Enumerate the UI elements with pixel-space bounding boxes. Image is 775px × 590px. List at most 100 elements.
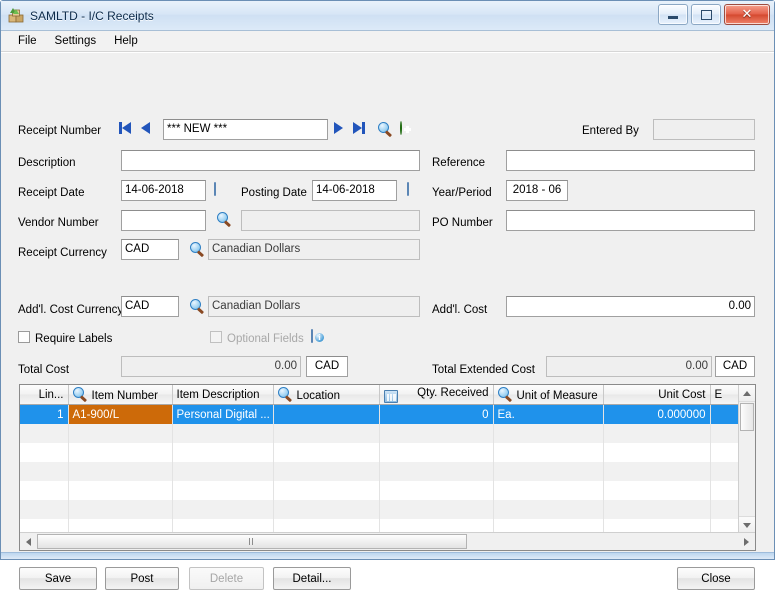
cell-extended-cost[interactable] [710,519,739,533]
cell-qty-received[interactable]: 0 [379,404,494,424]
cell-line[interactable]: 1 [20,404,69,424]
addl-cost-input[interactable]: 0.00 [506,296,755,317]
last-record-icon[interactable] [353,122,365,134]
receipt-detail-grid[interactable]: Lin... Item Number Item Description Loca… [19,384,756,551]
cell-unit-of-measure[interactable] [493,481,604,500]
cell-qty-received[interactable] [379,443,494,462]
cell-qty-received[interactable] [379,424,494,443]
cell-unit-cost[interactable] [603,443,711,462]
cell-unit-cost[interactable] [603,481,711,500]
detail-button[interactable]: Detail... [273,567,351,590]
reference-input[interactable] [506,150,755,171]
column-header-location[interactable]: Location [273,385,380,405]
cell-qty-received[interactable] [379,500,494,519]
column-header-extended-cost[interactable]: E [710,385,739,405]
cell-item-description[interactable]: Personal Digital ... [172,404,274,424]
location-finder-icon[interactable] [277,387,293,402]
cell-extended-cost[interactable] [710,500,739,519]
cell-line[interactable] [20,481,69,500]
posting-date-input[interactable]: 14-06-2018 [312,180,397,201]
cell-location[interactable] [273,424,380,443]
cell-location[interactable] [273,404,380,424]
column-header-unit-cost[interactable]: Unit Cost [603,385,711,405]
table-row[interactable] [20,424,739,443]
minimize-button[interactable] [658,4,688,25]
cell-location[interactable] [273,443,380,462]
vendor-number-input[interactable] [121,210,206,231]
year-period-value[interactable]: 2018 - 06 [506,180,568,201]
column-header-item-number[interactable]: Item Number [68,385,173,405]
cell-line[interactable] [20,443,69,462]
qty-drilldown-icon[interactable] [383,389,398,403]
cell-item-description[interactable] [172,500,274,519]
cell-qty-received[interactable] [379,462,494,481]
po-number-input[interactable] [506,210,755,231]
cell-extended-cost[interactable] [710,481,739,500]
cell-unit-cost[interactable] [603,424,711,443]
previous-record-icon[interactable] [141,122,150,134]
menu-settings[interactable]: Settings [46,33,106,49]
save-button[interactable]: Save [19,567,97,590]
cell-item-description[interactable] [172,519,274,533]
cell-unit-cost[interactable]: 0.000000 [603,404,711,424]
scroll-right-button[interactable] [738,534,754,549]
scroll-left-button[interactable] [20,534,36,549]
item-number-finder-icon[interactable] [72,387,88,402]
optional-fields-icon[interactable]: i [311,329,324,343]
cell-unit-of-measure[interactable] [493,500,604,519]
cell-unit-cost[interactable] [603,462,711,481]
column-header-line[interactable]: Lin... [20,385,69,405]
cell-qty-received[interactable] [379,519,494,533]
new-record-icon[interactable] [400,121,402,135]
cell-item-number[interactable] [68,424,173,443]
cell-unit-cost[interactable] [603,519,711,533]
first-record-icon[interactable] [119,122,131,134]
cell-line[interactable] [20,500,69,519]
menu-help[interactable]: Help [105,33,147,49]
scroll-down-button[interactable] [739,516,755,533]
cell-item-number[interactable] [68,500,173,519]
vertical-scroll-thumb[interactable] [740,403,754,431]
menu-file[interactable]: File [9,33,46,49]
column-header-unit-of-measure[interactable]: Unit of Measure [493,385,604,405]
cell-unit-of-measure[interactable] [493,424,604,443]
receipt-date-calendar-icon[interactable] [214,182,216,196]
cell-qty-received[interactable] [379,481,494,500]
cell-extended-cost[interactable] [710,443,739,462]
unit-of-measure-finder-icon[interactable] [497,387,513,402]
addl-cost-currency-code[interactable]: CAD [121,296,179,317]
column-header-item-description[interactable]: Item Description [172,385,274,405]
scroll-up-button[interactable] [739,385,755,402]
cell-item-number[interactable] [68,443,173,462]
receipt-date-input[interactable]: 14-06-2018 [121,180,206,201]
table-row[interactable] [20,481,739,500]
cell-line[interactable] [20,519,69,533]
cell-item-number[interactable] [68,519,173,533]
receipt-number-input[interactable]: *** NEW *** [163,119,328,140]
cell-unit-of-measure[interactable] [493,462,604,481]
cell-location[interactable] [273,462,380,481]
cell-item-description[interactable] [172,443,274,462]
table-row[interactable] [20,443,739,462]
table-row[interactable] [20,500,739,519]
posting-date-calendar-icon[interactable] [407,182,409,196]
cell-unit-of-measure[interactable]: Ea. [493,404,604,424]
horizontal-scroll-thumb[interactable] [37,534,467,549]
maximize-button[interactable] [691,4,721,25]
require-labels-checkbox[interactable] [18,331,30,343]
cell-item-number[interactable]: A1-900/L [68,404,173,424]
table-row[interactable] [20,462,739,481]
column-header-qty-received[interactable]: Qty. Received [379,385,494,405]
table-row[interactable] [20,519,739,533]
cell-unit-of-measure[interactable] [493,443,604,462]
cell-line[interactable] [20,462,69,481]
grid-vertical-scrollbar[interactable] [738,385,755,533]
receipt-currency-code[interactable]: CAD [121,239,179,260]
cell-extended-cost[interactable] [710,404,739,424]
cell-item-number[interactable] [68,462,173,481]
description-input[interactable] [121,150,420,171]
cell-location[interactable] [273,481,380,500]
cell-item-description[interactable] [172,424,274,443]
grid-horizontal-scrollbar[interactable] [20,532,755,550]
post-button[interactable]: Post [105,567,179,590]
